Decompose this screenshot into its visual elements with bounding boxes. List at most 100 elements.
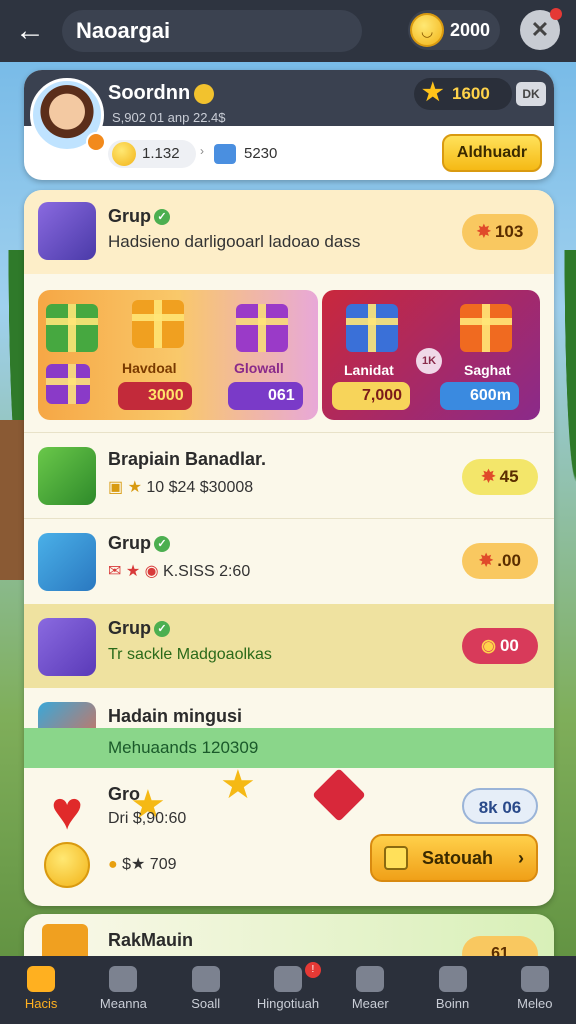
profile-tag[interactable]: DK — [516, 82, 546, 106]
gift-icon — [46, 364, 90, 404]
profile-card: Soordnn S,902 01 anp 22.4$ ★ 1600 DK 1.1… — [24, 70, 554, 180]
verified-icon: ✓ — [154, 536, 170, 553]
purple-chest-icon — [38, 618, 96, 676]
group-title: Grup ✓ — [108, 533, 170, 554]
coin-stat: 1.132 — [108, 140, 196, 168]
star-badge-icon: ✸ — [476, 222, 491, 241]
gift-box-icon — [38, 202, 96, 260]
nav-messages[interactable]: ! Hingotiuah — [247, 956, 329, 1024]
star-balance[interactable]: ★ 1600 — [414, 78, 512, 110]
group-subtitle: Tr sackle Madgoaolkas — [108, 646, 272, 663]
progress-banner — [24, 728, 554, 768]
verified-icon: ✓ — [154, 621, 170, 638]
gift-icon — [236, 304, 288, 352]
ruby-icon — [312, 768, 366, 822]
ticket-icon — [214, 144, 236, 164]
cheese-icon — [384, 846, 408, 870]
group-subtitle: Dri $,90:60 — [108, 810, 187, 827]
gift-label: Havdoal — [122, 360, 177, 376]
social-icon — [191, 966, 220, 992]
gift-icon — [346, 304, 398, 352]
video-icon — [438, 966, 467, 992]
notification-badge: ! — [304, 962, 321, 978]
heart-icon: ♥ — [50, 781, 84, 841]
cash-icon — [38, 533, 96, 591]
list-item[interactable]: Brapiain Banadlar. ▣ ★ 10 $24 $30008 ✸ 45 — [24, 432, 554, 518]
gift-price[interactable]: 3000 — [118, 382, 192, 410]
close-button[interactable]: ✕ — [520, 8, 562, 50]
nav-more[interactable]: Meaer — [329, 956, 411, 1024]
gift-price[interactable]: 061 — [228, 382, 303, 410]
list-item[interactable]: Grup ✓ Tr sackle Madgoaolkas ◉ 00 — [24, 604, 554, 688]
calendar-icon — [109, 966, 138, 992]
profile-icon — [520, 966, 549, 992]
nav-menu[interactable]: Meanna — [82, 956, 164, 1024]
coin-icon — [410, 13, 444, 47]
gift-icon — [132, 300, 184, 348]
gift-label: Glowall — [234, 360, 284, 376]
gift-shop-left: Havdoal Glowall 3000 061 — [38, 290, 318, 420]
palm-tree-right — [556, 250, 576, 650]
star-badge-icon: ✸ — [481, 467, 496, 486]
nav-social[interactable]: Soall — [165, 956, 247, 1024]
profile-name: Soordnn — [108, 82, 215, 105]
stack-icon — [356, 966, 385, 992]
message-icon — [273, 966, 302, 992]
nav-home[interactable]: Hacis — [0, 956, 82, 1024]
group-title: RakMauin — [108, 930, 194, 950]
drop-icon: ● — [108, 856, 123, 873]
list-item[interactable]: Grup ✓ ✉ ★ ◉ K.SISS 2:60 ✸ .00 — [24, 518, 554, 604]
coin-balance[interactable]: 2000 — [408, 10, 500, 50]
list-item[interactable]: Hadain mingusi Mehuaands 120309 — [24, 688, 554, 772]
verified-icon: ✓ — [154, 209, 170, 226]
home-icon — [27, 966, 56, 992]
reward-badge[interactable]: 8k 06 — [462, 788, 538, 824]
star-decoration-icon: ★ — [220, 763, 256, 807]
gift-price[interactable]: 600m — [440, 382, 519, 410]
gift-icon — [460, 304, 512, 352]
star-value: 1600 — [452, 84, 490, 103]
coin-badge-icon: ◉ — [481, 636, 496, 655]
chevron-right-icon: › — [518, 848, 524, 868]
smiley-coin-icon — [112, 142, 136, 166]
ticket-stat: 5230 — [214, 140, 277, 168]
group-title: Brapiain Banadlar. — [108, 449, 267, 469]
back-button[interactable]: ← — [12, 13, 48, 49]
satouah-button[interactable]: Satouah › — [370, 834, 538, 882]
arrow-left-icon: ← — [15, 14, 45, 47]
gift-price[interactable]: 7,000 — [332, 382, 411, 410]
profile-subtitle: S,902 01 anp 22.4$ — [112, 110, 226, 125]
gift-label: Saghat — [464, 362, 511, 378]
reward-badge[interactable]: ✸ 103 — [462, 214, 538, 250]
coin-value: 2000 — [450, 19, 491, 40]
nav-bonus[interactable]: Boinn — [411, 956, 493, 1024]
bottom-stat: ● $★ 709 — [108, 856, 177, 873]
list-item[interactable]: ♥ Gro ★ ★ Dri $,90:60 8k 06 ● $★ 709 Sat… — [24, 763, 554, 906]
group-title: Hadain mingusi — [108, 706, 243, 726]
ticket-small-icon: ▣ ★ — [108, 479, 147, 496]
profile-stats: 1.132 › 5230 Aldhuadr — [24, 126, 554, 180]
profile-action-button[interactable]: Aldhuadr — [442, 134, 542, 172]
star-badge-icon: ✸ — [479, 551, 494, 570]
reward-badge[interactable]: ✸ 45 — [462, 459, 538, 495]
group-subtitle: ✉ ★ ◉ K.SISS 2:60 — [108, 563, 251, 580]
reward-badge[interactable]: ✸ .00 — [462, 543, 538, 579]
medal-icon — [194, 83, 215, 104]
nav-profile[interactable]: Meleo — [494, 956, 576, 1024]
group-subtitle: Mehuaands 120309 — [108, 738, 259, 757]
group-list: Grup ✓ Hadsieno darligooarl ladoao dass ✸… — [24, 190, 554, 906]
group-subtitle: Hadsieno darligooarl ladoao dass — [108, 232, 361, 251]
page-title: Naoargai — [62, 10, 362, 52]
smiley-coin-icon — [44, 842, 90, 888]
list-item[interactable]: Grup ✓ Hadsieno darligooarl ladoao dass ✸… — [24, 190, 554, 274]
mid-badge: 1K — [416, 348, 442, 374]
reward-badge[interactable]: ◉ 00 — [462, 628, 538, 664]
chevron-right-icon: › — [200, 144, 204, 158]
gift-label: Lanidat — [344, 362, 394, 378]
group-title: Grup ✓ — [108, 618, 170, 639]
notification-dot — [550, 8, 562, 20]
close-icon: ✕ — [530, 17, 550, 42]
bottom-nav: Hacis Meanna Soall ! Hingotiuah Meaer Boi… — [0, 956, 576, 1024]
star-icon: ★ — [422, 79, 444, 106]
gift-shop-right: Lanidat Saghat 1K 7,000 600m — [322, 290, 540, 420]
